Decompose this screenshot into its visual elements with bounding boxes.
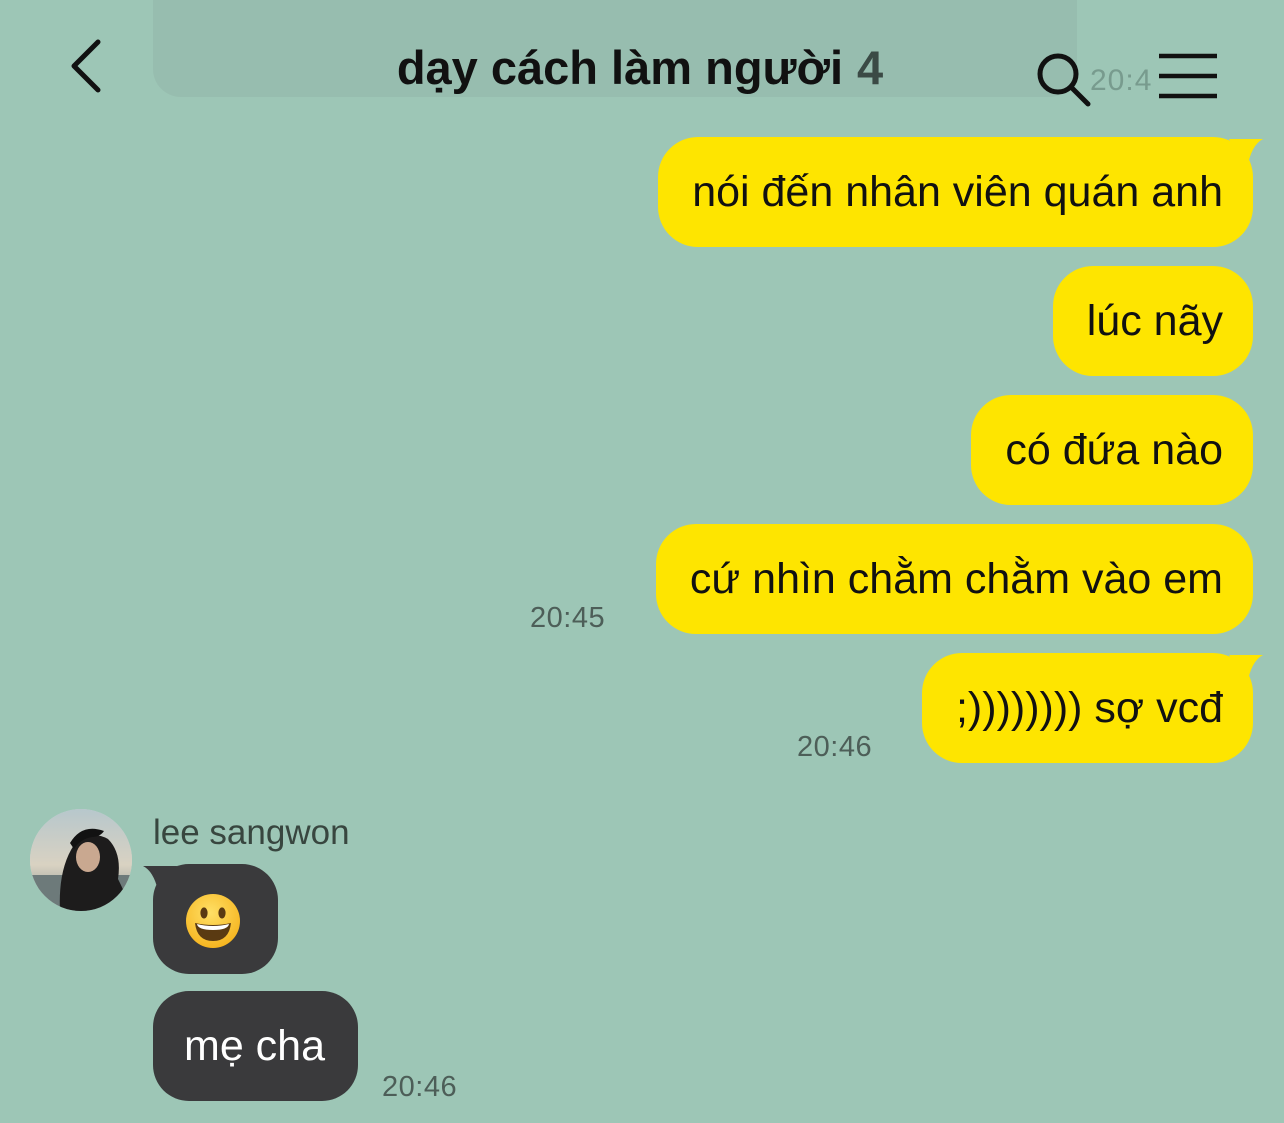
message-timestamp: 20:46 <box>382 1071 458 1103</box>
outgoing-message-bubble[interactable]: lúc nãy <box>1052 266 1253 376</box>
outgoing-message-bubble[interactable]: ;)))))))) sợ vcđ <box>921 653 1263 763</box>
message-timestamp: 20:46 <box>797 731 873 763</box>
outgoing-message-bubble[interactable]: có đứa nào <box>971 395 1253 505</box>
member-count: 4 <box>857 41 884 94</box>
message-text: ;)))))))) sợ vcđ <box>955 684 1223 732</box>
incoming-message-bubble[interactable] <box>143 864 278 974</box>
message-timestamp: 20:45 <box>530 602 606 634</box>
avatar-photo <box>30 809 132 911</box>
outgoing-message-bubble[interactable]: cứ nhìn chằm chằm vào em <box>655 524 1253 634</box>
search-icon[interactable] <box>1032 48 1096 112</box>
message-text: nói đến nhân viên quán anh <box>692 168 1223 216</box>
chat-title: dạy cách làm người 4 <box>340 38 940 98</box>
grinning-face-emoji <box>186 894 240 948</box>
outgoing-message-bubble[interactable]: nói đến nhân viên quán anh <box>658 137 1263 247</box>
incoming-message-bubble[interactable]: mẹ cha <box>153 991 359 1101</box>
chevron-left-icon[interactable] <box>62 36 118 96</box>
bubble-tail <box>143 866 177 896</box>
hamburger-menu-icon[interactable] <box>1157 52 1219 100</box>
chat-title-text: dạy cách làm người <box>396 41 844 94</box>
bubble-tail <box>1229 139 1263 169</box>
message-text: mẹ cha <box>184 1022 326 1070</box>
bubble-tail <box>1229 655 1263 685</box>
sender-avatar[interactable] <box>30 809 132 911</box>
message-text: có đứa nào <box>1005 426 1223 474</box>
sender-name: lee sangwon <box>153 813 350 852</box>
message-text: lúc nãy <box>1086 297 1223 345</box>
previous-message-time: 20:4 <box>1090 64 1153 97</box>
message-text: cứ nhìn chằm chằm vào em <box>689 555 1223 603</box>
